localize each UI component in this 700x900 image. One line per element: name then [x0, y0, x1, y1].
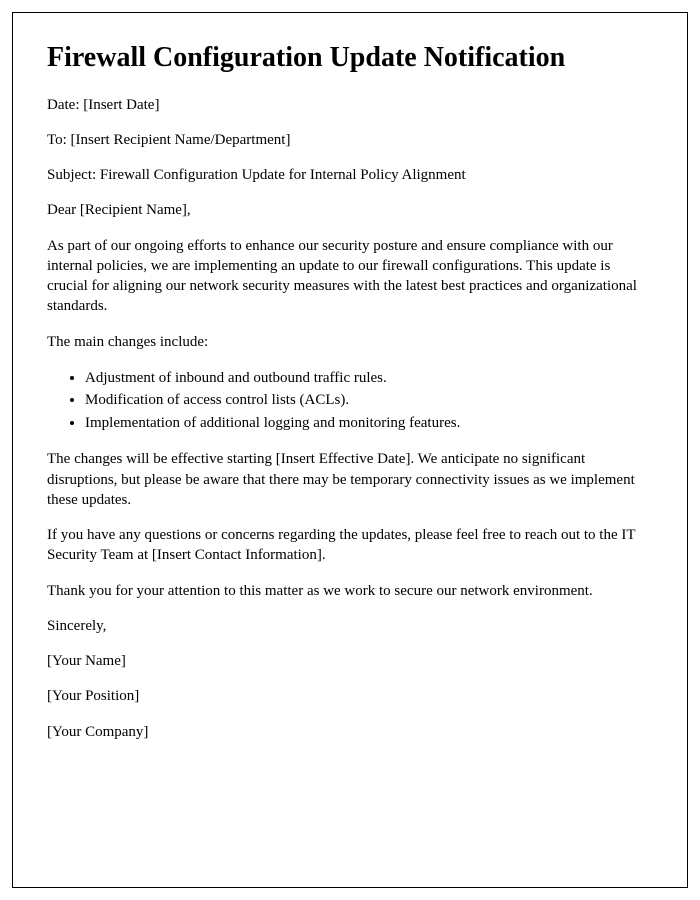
intro-paragraph: As part of our ongoing efforts to enhanc… [47, 236, 653, 317]
closing-company: [Your Company] [47, 722, 653, 742]
date-value: [Insert Date] [83, 97, 159, 113]
list-item: Adjustment of inbound and outbound traff… [85, 367, 653, 390]
changes-lead: The main changes include: [47, 332, 653, 352]
salutation: Dear [Recipient Name], [47, 200, 653, 220]
to-value: [Insert Recipient Name/Department] [71, 132, 291, 148]
list-item: Modification of access control lists (AC… [85, 389, 653, 412]
subject-line: Subject: Firewall Configuration Update f… [47, 165, 653, 185]
effective-paragraph: The changes will be effective starting [… [47, 449, 653, 510]
closing-sincerely: Sincerely, [47, 616, 653, 636]
to-label: To: [47, 132, 71, 148]
changes-list: Adjustment of inbound and outbound traff… [85, 367, 653, 435]
document-title: Firewall Configuration Update Notificati… [47, 41, 653, 75]
thanks-paragraph: Thank you for your attention to this mat… [47, 581, 653, 601]
list-item: Implementation of additional logging and… [85, 412, 653, 435]
closing-name: [Your Name] [47, 651, 653, 671]
subject-label: Subject: [47, 167, 100, 183]
closing-position: [Your Position] [47, 686, 653, 706]
contact-paragraph: If you have any questions or concerns re… [47, 525, 653, 566]
document-frame: Firewall Configuration Update Notificati… [12, 12, 688, 888]
date-line: Date: [Insert Date] [47, 95, 653, 115]
to-line: To: [Insert Recipient Name/Department] [47, 130, 653, 150]
subject-value: Firewall Configuration Update for Intern… [100, 167, 466, 183]
date-label: Date: [47, 97, 83, 113]
